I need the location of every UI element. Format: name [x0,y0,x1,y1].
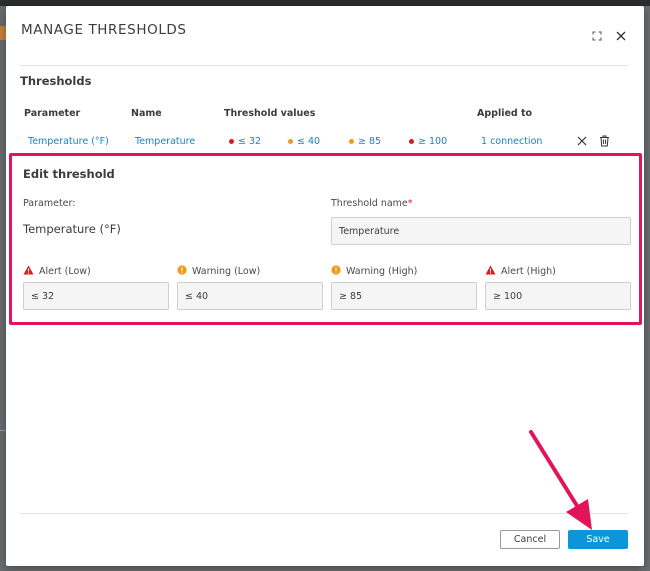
edit-threshold-title: Edit threshold [23,167,115,181]
threshold-value-warning-high: ≥ 85 [349,136,381,147]
alert-dot-icon [229,139,234,144]
column-header-name: Name [131,108,162,119]
threshold-value-text: ≤ 40 [297,136,321,147]
threshold-value-alert-low: ≤ 32 [229,136,261,147]
threshold-value-alert-high: ≥ 100 [409,136,447,147]
column-header-threshold-values: Threshold values [224,108,316,119]
alert-high-label: Alert (High) [485,265,556,278]
warning-high-label-text: Warning (High) [346,266,418,277]
close-icon[interactable] [613,28,629,44]
warning-high-label: Warning (High) [331,265,417,278]
cancel-edit-icon[interactable] [575,134,589,148]
applied-to-link[interactable]: 1 connection [481,136,542,147]
dialog-title: MANAGE THRESHOLDS [21,22,187,38]
warning-low-label: Warning (Low) [177,265,260,278]
threshold-value-warning-low: ≤ 40 [288,136,320,147]
edit-threshold-panel: Edit threshold Parameter: Temperature (°… [9,153,642,325]
warning-circle-icon [177,265,187,278]
threshold-value-text: ≥ 85 [358,136,382,147]
threshold-name-label: Threshold name* [331,198,413,209]
alert-high-input[interactable]: ≥ 100 [485,282,631,310]
row-name-link[interactable]: Temperature [135,136,195,147]
trash-icon[interactable] [597,134,611,148]
alert-high-label-text: Alert (High) [501,266,556,277]
threshold-name-label-text: Threshold name [331,198,408,209]
alert-low-input[interactable]: ≤ 32 [23,282,169,310]
alert-triangle-icon [485,265,496,278]
cancel-button[interactable]: Cancel [500,530,560,549]
warning-circle-icon [331,265,341,278]
warning-dot-icon [288,139,293,144]
alert-low-label: Alert (Low) [23,265,91,278]
divider [20,65,628,66]
footer-divider [20,513,628,514]
parameter-value: Temperature (°F) [23,222,121,236]
column-header-applied-to: Applied to [477,108,533,119]
threshold-name-input[interactable]: Temperature [331,217,631,245]
alert-dot-icon [409,139,414,144]
warning-low-label-text: Warning (Low) [192,266,261,277]
parameter-label: Parameter: [23,198,76,209]
warning-low-input[interactable]: ≤ 40 [177,282,323,310]
manage-thresholds-dialog: MANAGE THRESHOLDS Thresholds Parameter N… [6,6,644,566]
alert-low-label-text: Alert (Low) [39,266,91,277]
save-button[interactable]: Save [568,530,628,549]
expand-icon[interactable] [589,28,605,44]
column-header-parameter: Parameter [24,108,81,119]
required-mark: * [407,198,413,209]
row-parameter-link[interactable]: Temperature (°F) [28,136,109,147]
threshold-value-text: ≥ 100 [418,136,448,147]
threshold-value-text: ≤ 32 [238,136,262,147]
warning-dot-icon [349,139,354,144]
warning-high-input[interactable]: ≥ 85 [331,282,477,310]
thresholds-section-title: Thresholds [20,74,92,88]
alert-triangle-icon [23,265,34,278]
